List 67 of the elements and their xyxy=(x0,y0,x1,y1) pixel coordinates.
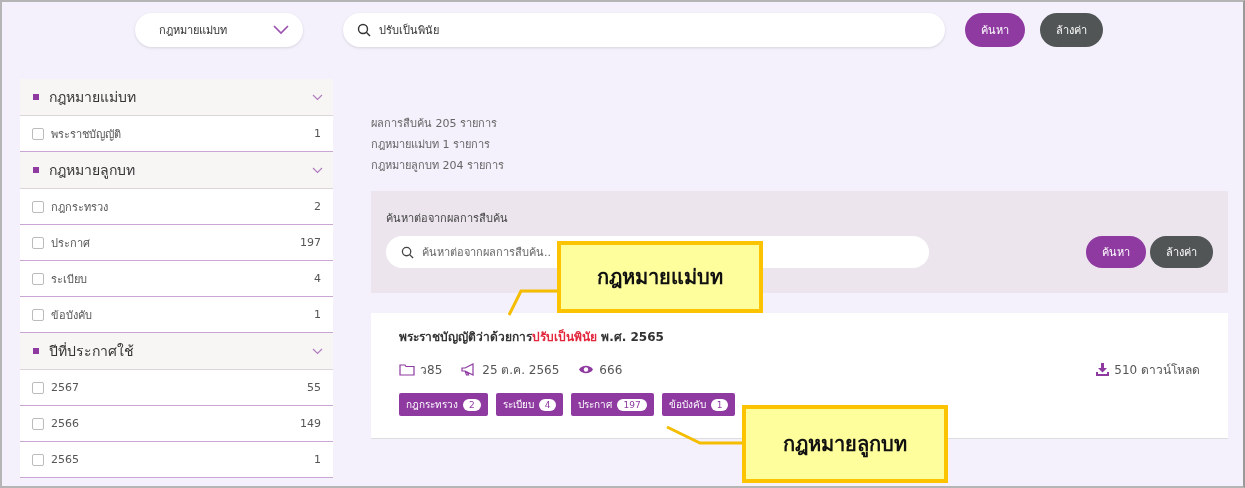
result-summary: กฎหมายแม่บท 1 รายการ xyxy=(371,137,491,153)
chevron-down-icon xyxy=(273,25,289,35)
eye-icon xyxy=(578,364,595,375)
filter-count: 4 xyxy=(314,272,321,285)
download-count[interactable]: 510 ดาวน์โหลด xyxy=(1114,360,1200,379)
filter-label: ข้อบังคับ xyxy=(51,307,93,324)
category-tag[interactable]: ระเบียบ 4 xyxy=(495,393,564,416)
filter-label: กฎกระทรวง xyxy=(51,199,109,216)
filter-label: 2565 xyxy=(51,453,80,466)
filter-count: 1 xyxy=(314,308,321,321)
checkbox[interactable] xyxy=(32,200,44,213)
filter-label: 2566 xyxy=(51,417,80,430)
clear-button[interactable]: ล้างค่า xyxy=(1150,236,1213,268)
checkbox[interactable] xyxy=(32,236,44,249)
checkbox[interactable] xyxy=(32,381,44,394)
filter-label: ระเบียบ xyxy=(51,271,88,288)
filter-count: 1 xyxy=(314,127,321,140)
tag-count-badge: 2 xyxy=(463,398,481,411)
search-icon xyxy=(401,246,414,259)
filter-group-header[interactable]: กฎหมายแม่บท xyxy=(20,79,333,116)
checkbox[interactable] xyxy=(32,308,44,321)
chevron-icon xyxy=(312,347,323,355)
group-title: กฎหมายแม่บท xyxy=(49,88,137,107)
category-select[interactable]: กฎหมายแม่บท xyxy=(135,13,303,47)
category-tag[interactable]: กฎกระทรวง 2 xyxy=(399,393,488,416)
checkbox[interactable] xyxy=(32,453,44,466)
filter-count: 1 xyxy=(314,453,321,466)
view-count: 666 xyxy=(599,362,623,377)
result-title[interactable]: พระราชบัญญัติว่าด้วยการปรับเป็นพินัย พ.ศ. 2565 xyxy=(399,327,1200,346)
refine-label: ค้นหาต่อจากผลการสืบค้น xyxy=(386,211,509,227)
publish-date: 25 ต.ค. 2565 xyxy=(482,362,560,379)
category-tag[interactable]: ประกาศ 197 xyxy=(571,393,654,416)
callout-label: กฎหมายลูกบท xyxy=(742,405,948,483)
group-title: ปีที่ประกาศใช้ xyxy=(49,341,135,361)
clear-button[interactable]: ล้างค่า xyxy=(1040,13,1103,47)
result-summary: กฎหมายลูกบท 204 รายการ xyxy=(371,158,505,174)
filter-group-header[interactable]: กฎหมายลูกบท xyxy=(20,152,333,189)
checkbox[interactable] xyxy=(32,127,44,140)
filter-label: 2567 xyxy=(51,381,80,394)
folder-icon xyxy=(399,363,415,376)
search-button[interactable]: ค้นหา xyxy=(965,13,1025,47)
search-icon xyxy=(357,23,371,37)
search-field[interactable]: ปรับเป็นพินัย xyxy=(343,13,945,47)
search-button[interactable]: ค้นหา xyxy=(1086,236,1146,268)
checkbox[interactable] xyxy=(32,417,44,430)
group-title: กฎหมายลูกบท xyxy=(49,161,136,181)
checkbox[interactable] xyxy=(32,272,44,285)
filter-count: 149 xyxy=(300,417,321,430)
filter-count: 197 xyxy=(300,236,321,249)
tag-count-badge: 4 xyxy=(538,398,557,411)
filter-label: พระราชบัญญัติ xyxy=(51,126,122,143)
bullet-icon xyxy=(33,167,39,173)
category-tag[interactable]: ข้อบังคับ 1 xyxy=(661,393,736,416)
tag-count-badge: 1 xyxy=(710,398,729,411)
tag-count-badge: 197 xyxy=(617,398,647,411)
download-icon xyxy=(1096,363,1110,376)
bullet-icon xyxy=(33,348,39,354)
chevron-icon xyxy=(312,93,323,101)
filter-count: 2 xyxy=(314,200,321,213)
filter-group-header[interactable]: ปีที่ประกาศใช้ xyxy=(20,333,333,370)
callout-label: กฎหมายแม่บท xyxy=(557,241,763,313)
filter-label: ประกาศ xyxy=(51,235,91,252)
chevron-icon xyxy=(312,166,323,174)
result-summary: ผลการสืบค้น 205 รายการ xyxy=(371,116,498,132)
folder-number: ว85 xyxy=(420,362,443,379)
bullet-icon xyxy=(33,94,39,100)
filter-count: 55 xyxy=(307,381,321,394)
